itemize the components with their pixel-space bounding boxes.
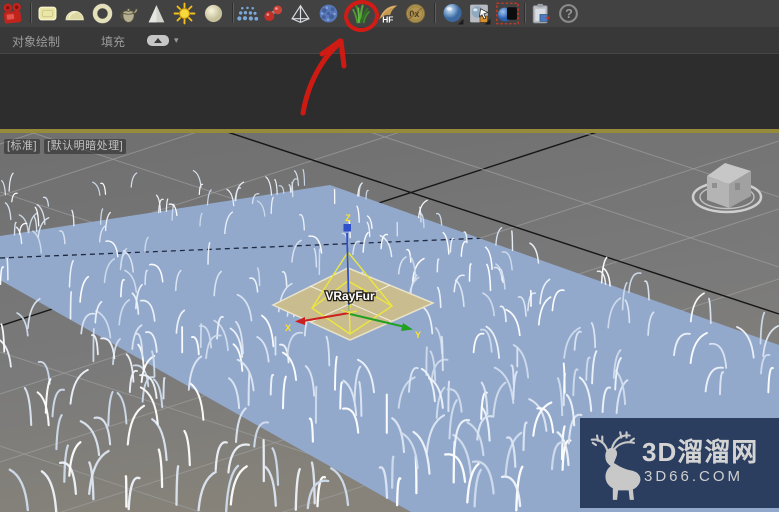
- cone-icon[interactable]: [145, 2, 168, 25]
- material-override-icon[interactable]: [496, 2, 519, 25]
- chevron-down-icon[interactable]: ▾: [174, 35, 179, 46]
- coin-icon[interactable]: 0x: [404, 2, 427, 25]
- collapsed-ribbon-panel: [0, 53, 779, 129]
- watermark-site-name: 3D溜溜网: [642, 437, 759, 467]
- teapot-icon[interactable]: [117, 2, 140, 25]
- sun-light-icon[interactable]: [173, 2, 196, 25]
- toolbar-separator: [435, 3, 436, 23]
- watermark-site-url: 3D66.COM: [644, 468, 744, 485]
- gizmo-object-name: VRayFur: [325, 289, 375, 303]
- y-axis-label: Y: [415, 330, 421, 340]
- toolbar-separator: [525, 3, 526, 23]
- dome-icon[interactable]: [63, 2, 86, 25]
- 3dsmax-window: Z X Y VRayFur HF 0x? 对象绘制 填充 ▾ [标准] [默认明暗处理]…: [0, 0, 779, 512]
- main-toolbar: HF 0x?: [0, 0, 779, 28]
- pyramid-wire-icon[interactable]: [289, 2, 312, 25]
- metaballs-icon[interactable]: [262, 2, 285, 25]
- viewport-pov-label[interactable]: [标准]: [4, 139, 41, 154]
- deer-logo-icon: [590, 431, 641, 500]
- toolbar-separator: [31, 3, 32, 23]
- tab-populate[interactable]: 填充: [101, 33, 125, 50]
- ribbon-minimize-button[interactable]: [147, 35, 169, 46]
- viewport-shading-label[interactable]: [默认明暗处理]: [44, 139, 127, 154]
- svg-text:?: ?: [565, 7, 573, 21]
- x-axis-label: X: [285, 323, 291, 333]
- scatter-icon[interactable]: [236, 2, 259, 25]
- toolbar-separator: [233, 3, 234, 23]
- viewport-label[interactable]: [标准] [默认明暗处理]: [4, 139, 127, 154]
- clipboard-icon[interactable]: [529, 2, 552, 25]
- video-camera-icon[interactable]: [1, 2, 24, 25]
- svg-text:HF: HF: [382, 14, 393, 24]
- select-by-material-icon[interactable]: [468, 2, 491, 25]
- tab-object-paint[interactable]: 对象绘制: [12, 33, 60, 50]
- plane-icon[interactable]: [36, 2, 59, 25]
- active-viewport-border: [0, 129, 779, 133]
- crumple-ball-icon[interactable]: [317, 2, 340, 25]
- minimize-arrow-icon: [154, 38, 162, 43]
- torus-icon[interactable]: [91, 2, 114, 25]
- ribbon-tab-row: 对象绘制 填充 ▾: [0, 27, 779, 54]
- watermark: 3D溜溜网 3D66.COM: [580, 418, 779, 508]
- help-icon[interactable]: ?: [557, 2, 580, 25]
- z-axis-label: Z: [345, 213, 351, 223]
- vray-fur-grass-icon[interactable]: [349, 2, 372, 25]
- sphere-icon[interactable]: [202, 2, 225, 25]
- hair-fur-icon[interactable]: HF: [376, 2, 399, 25]
- material-sphere-icon[interactable]: [441, 2, 464, 25]
